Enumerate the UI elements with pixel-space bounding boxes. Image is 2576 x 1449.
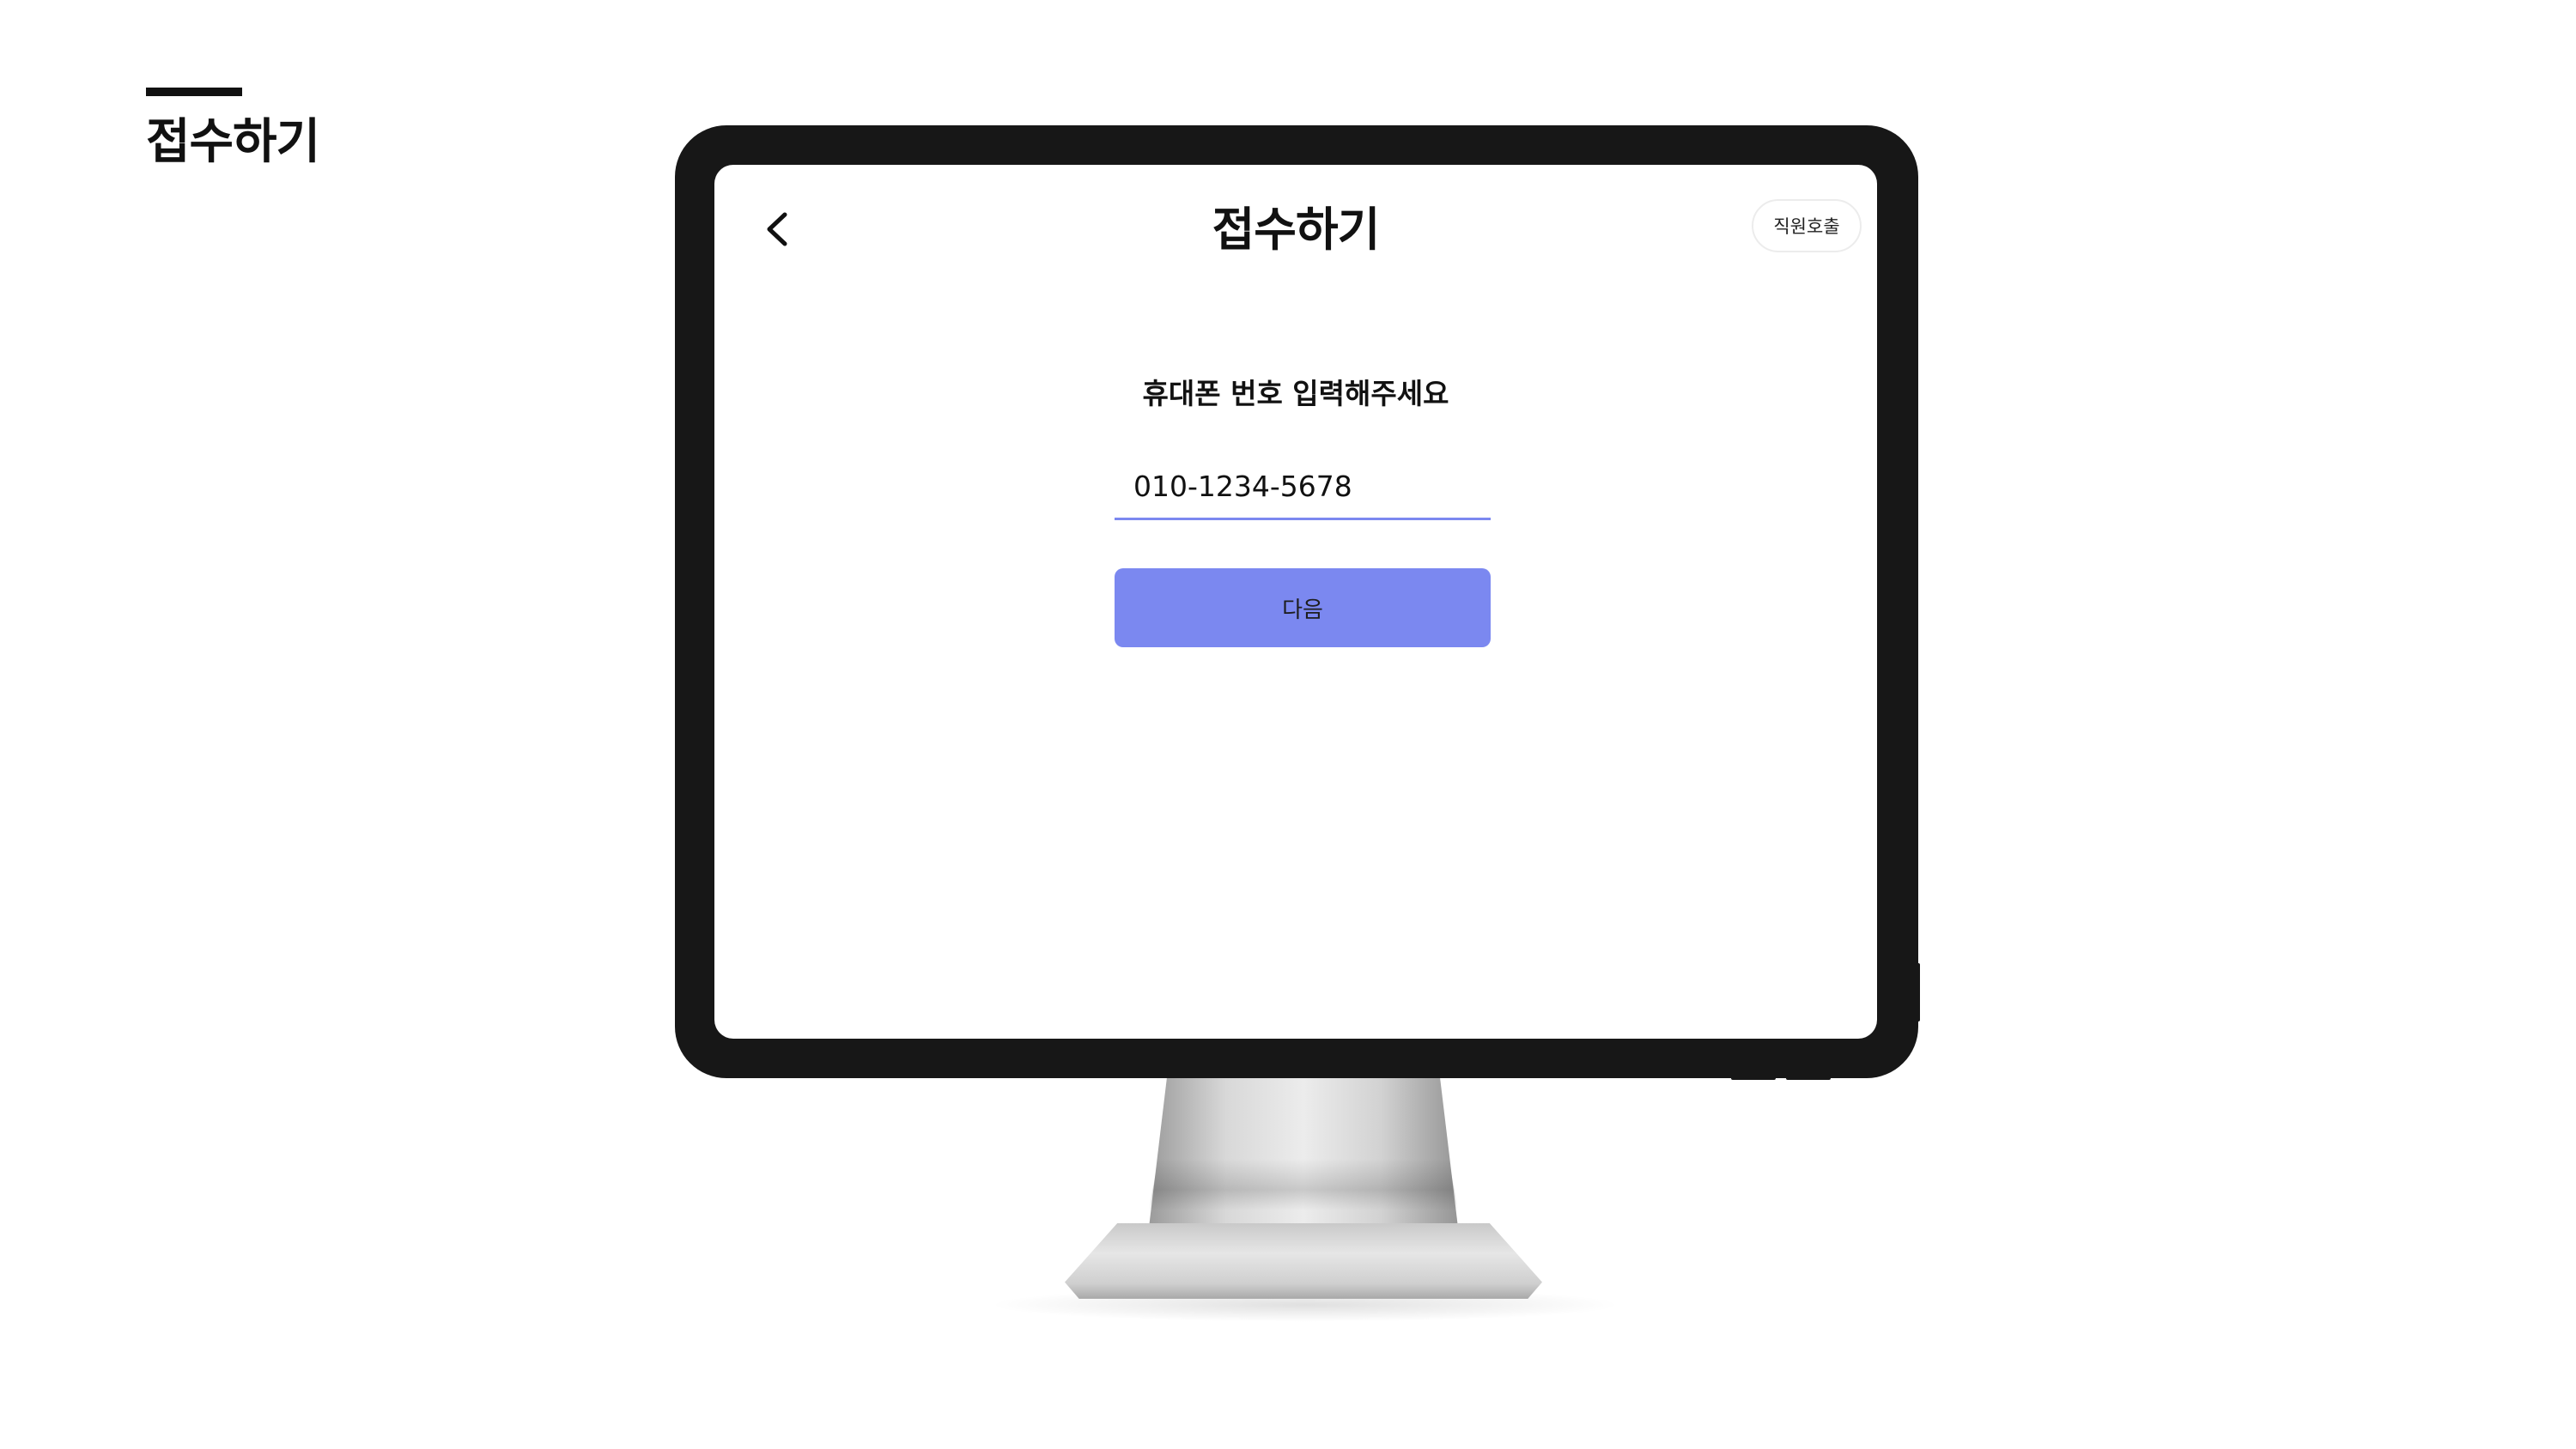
phone-number-input[interactable]: [1115, 455, 1491, 517]
staff-call-button[interactable]: 직원호출: [1752, 199, 1862, 252]
monitor-stand-neck-shading: [1149, 1159, 1458, 1210]
slide-title: 접수하기: [146, 114, 320, 170]
device-bottom-button: [1731, 1075, 1776, 1080]
kiosk-screen: 접수하기 직원호출 휴대폰 번호 입력해주세요 다음: [714, 165, 1877, 1039]
device-bottom-button: [1786, 1075, 1831, 1080]
screen-title: 접수하기: [1212, 203, 1381, 257]
next-button[interactable]: 다음: [1115, 568, 1491, 647]
monitor-stand-base: [1065, 1223, 1542, 1299]
phone-prompt-label: 휴대폰 번호 입력해주세요: [1142, 377, 1449, 410]
phone-number-field: [1115, 455, 1491, 520]
slide-title-rule: [146, 88, 242, 96]
device-side-button: [1911, 963, 1920, 1022]
